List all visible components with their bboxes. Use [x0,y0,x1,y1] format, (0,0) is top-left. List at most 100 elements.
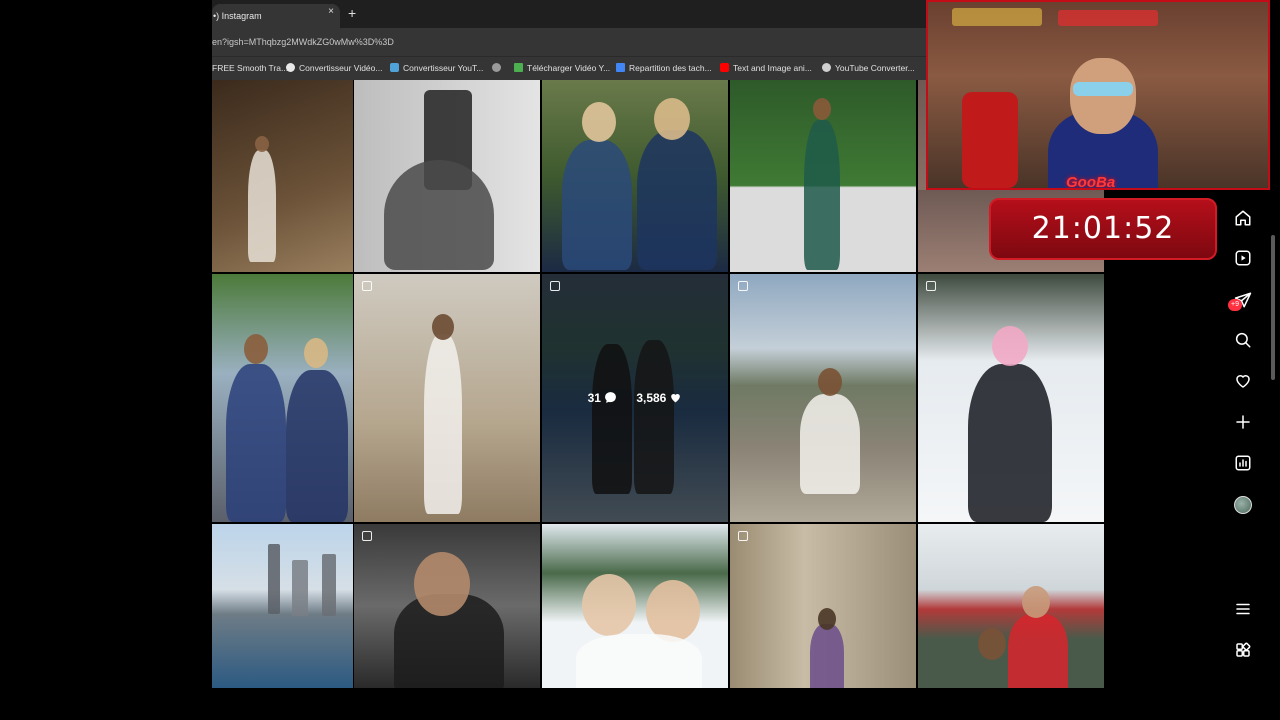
webcam-person [1070,58,1136,134]
reels-icon [1235,250,1251,266]
photo-figure [582,102,616,142]
bookmark-label: YouTube Converter... [835,63,915,73]
new-tab-button[interactable]: + [348,5,362,21]
bookmark-label: Convertisseur Vidéo... [299,63,383,73]
globe-icon [492,63,501,72]
bookmark-item[interactable]: Convertisseur YouT... [390,57,483,81]
nav-apps[interactable] [1226,635,1260,665]
photo-figure [414,552,470,616]
post-thumbnail[interactable] [212,80,353,272]
webcam-banner [1058,10,1158,26]
photo-figure [226,364,286,522]
notification-badge: +9 [1228,299,1242,311]
photo-figure [818,368,842,396]
bookmarks-bar: FREE Smooth Tra... Convertisseur Vidéo..… [212,56,928,80]
post-thumbnail[interactable] [918,274,1104,522]
reel-icon [362,281,372,291]
bookmark-label: Télécharger Vidéo Y... [527,63,611,73]
photo-figure [244,334,268,364]
bookmark-item[interactable]: YouTube Converter... [822,57,915,81]
photo-hand [384,160,494,270]
scrollbar-thumb[interactable] [1271,235,1275,380]
post-thumbnail-hovered[interactable]: 31 3,586 [542,274,728,522]
stream-clock: 21:01:52 [989,198,1217,260]
avatar [1234,496,1252,514]
nav-profile[interactable] [1226,490,1260,520]
converter-icon [390,63,399,72]
nav-create[interactable] [1226,407,1260,437]
bookmark-item[interactable]: Repartition des tach... [616,57,712,81]
apps-icon [1236,642,1251,657]
comment-icon [605,392,616,403]
nav-reels[interactable] [1226,243,1260,273]
photo-building [268,544,280,614]
photo-figure [248,150,276,262]
chrome-icon [286,63,295,72]
address-bar[interactable]: en?igsh=MThqbzg2MWdkZG0wMw%3D%3D [212,28,928,56]
post-thumbnail[interactable] [212,524,353,688]
bookmark-item[interactable]: FREE Smooth Tra... [212,57,288,81]
search-icon [1235,332,1251,348]
heart-icon [1236,375,1250,388]
nav-notifications[interactable] [1226,366,1260,396]
screen: •) Instagram × + en?igsh=MThqbzg2MWdkZG0… [0,0,1280,720]
post-thumbnail[interactable] [730,274,916,522]
photo-figure [304,338,328,368]
post-thumbnail[interactable] [542,80,728,272]
post-thumbnail[interactable] [354,80,540,272]
post-thumbnail[interactable] [212,274,353,522]
docs-icon [616,63,625,72]
photo-figure [286,370,348,522]
bookmark-label: Text and Image ani... [733,63,812,73]
post-thumbnail[interactable] [730,524,916,688]
webcam-goggles [1073,82,1133,96]
bookmark-label: Repartition des tach... [629,63,712,73]
photo-building [322,554,336,616]
bookmark-item[interactable]: Télécharger Vidéo Y... [514,57,610,81]
reel-icon [362,531,372,541]
webcam-banner [952,8,1042,26]
photo-figure [804,120,840,270]
bookmark-item[interactable]: Convertisseur Vidéo... [286,57,382,81]
post-thumbnail[interactable] [354,274,540,522]
home-icon [1235,210,1251,226]
photo-figure [432,314,454,340]
url-text: en?igsh=MThqbzg2MWdkZG0wMw%3D%3D [212,37,394,47]
bookmark-item[interactable]: Text and Image ani... [720,57,812,81]
close-tab-icon[interactable]: × [325,4,337,20]
photo-figure [582,574,636,636]
post-thumbnail[interactable] [354,524,540,688]
reel-icon [738,531,748,541]
tab-title: •) Instagram [213,11,262,21]
menu-icon [1236,603,1250,615]
post-thumbnail[interactable] [918,524,1104,688]
tab-bar: •) Instagram × + [212,0,928,28]
photo-figure [637,130,717,270]
photo-figure [255,136,269,152]
nav-dashboard[interactable] [1226,448,1260,478]
post-thumbnail[interactable] [542,524,728,688]
reel-icon [738,281,748,291]
bookmark-item[interactable] [492,57,505,81]
globe-icon [822,63,831,72]
photo-figure [562,140,632,270]
plus-icon [1236,415,1250,429]
bookmark-label: FREE Smooth Tra... [212,63,289,73]
comment-count: 31 [588,391,617,405]
nav-home[interactable] [1226,203,1260,233]
photo [212,80,353,272]
reel-icon [550,281,560,291]
nav-search[interactable] [1226,325,1260,355]
post-stats: 31 3,586 [542,391,728,405]
heart-icon [671,393,681,403]
post-thumbnail[interactable] [730,80,916,272]
tab-instagram[interactable]: •) Instagram [212,4,340,28]
photo-figure [800,394,860,494]
photo-figure [813,98,831,120]
photo-figure [992,326,1028,366]
nav-more[interactable] [1226,594,1260,624]
photo-figure [1008,614,1068,688]
photo-figure [424,334,462,514]
photo-figure [968,364,1052,522]
dashboard-icon [1235,455,1251,471]
